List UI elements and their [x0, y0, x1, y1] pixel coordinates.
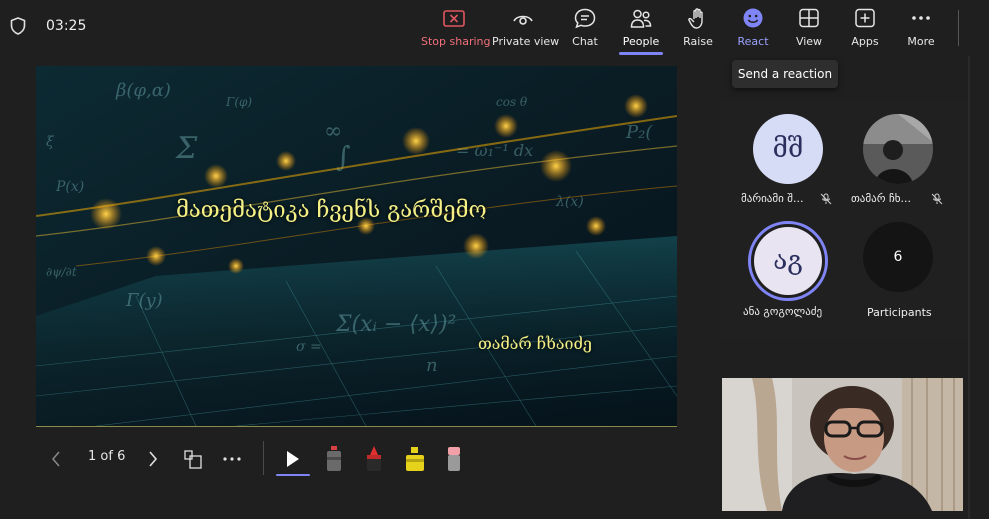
- more-options-icon[interactable]: [221, 443, 243, 475]
- avatar[interactable]: [863, 114, 933, 184]
- avatar[interactable]: მშ: [753, 114, 823, 184]
- stop-sharing-button[interactable]: Stop sharing: [421, 6, 491, 52]
- hand-icon: [688, 8, 703, 29]
- self-video[interactable]: [722, 378, 963, 511]
- grid-icon: [799, 8, 819, 28]
- view-label: View: [795, 35, 823, 48]
- participant-name: ანა გოგოლაძე: [743, 305, 823, 318]
- self-video-frame: [722, 378, 963, 511]
- private-view-button[interactable]: Private view: [492, 6, 560, 52]
- slide-baseline: [36, 426, 677, 427]
- svg-text:P(x): P(x): [55, 179, 84, 195]
- apps-plus-icon: [855, 8, 875, 28]
- raise-hand-button[interactable]: Raise: [679, 6, 717, 52]
- apps-label: Apps: [851, 35, 879, 48]
- shield-icon: [10, 17, 26, 35]
- chat-label: Chat: [572, 35, 598, 48]
- svg-text:Σ: Σ: [175, 131, 198, 166]
- react-button[interactable]: React: [736, 6, 770, 52]
- svg-text:∂ψ/∂t: ∂ψ/∂t: [46, 265, 77, 279]
- stop-sharing-icon: [443, 10, 465, 27]
- participant-count-label: Participants: [867, 306, 932, 319]
- people-button[interactable]: People: [619, 6, 663, 52]
- pointer-active-indicator: [276, 474, 310, 476]
- svg-text:Γ(φ): Γ(φ): [225, 95, 252, 109]
- svg-text:Γ(y): Γ(y): [125, 290, 163, 311]
- smiley-icon: [743, 8, 763, 28]
- participant-count[interactable]: 6: [863, 222, 933, 292]
- react-tooltip: Send a reaction: [732, 60, 838, 88]
- avatar[interactable]: აგ: [754, 227, 822, 295]
- apps-button[interactable]: Apps: [850, 6, 880, 52]
- chevron-right-icon[interactable]: [145, 443, 161, 475]
- more-button[interactable]: More: [905, 6, 937, 52]
- participant-name: თამარ ჩხ...: [851, 192, 911, 205]
- pen-icon[interactable]: [322, 443, 346, 475]
- slide-author: თამარ ჩხაიძე: [478, 334, 592, 353]
- meeting-timer: 03:25: [46, 18, 87, 34]
- participant-name: მარიამი შ...: [741, 192, 804, 205]
- people-label: People: [622, 35, 660, 48]
- svg-text:ξ: ξ: [46, 134, 55, 150]
- slides-icon[interactable]: [182, 443, 204, 475]
- raise-label: Raise: [683, 35, 713, 48]
- shared-slide: β(φ,α) Σ ∞ ∫ = ω₁⁻¹ dx P₂( ξ P(x) Γ(y) Σ…: [36, 66, 677, 426]
- controls-divider: [263, 441, 264, 475]
- panel-edge: [968, 56, 970, 519]
- svg-text:σ =: σ =: [296, 339, 322, 355]
- slide-background-art: β(φ,α) Σ ∞ ∫ = ω₁⁻¹ dx P₂( ξ P(x) Γ(y) Σ…: [36, 66, 677, 426]
- mic-off-icon: [820, 193, 832, 205]
- more-icon: [912, 16, 930, 20]
- toolbar-divider: [958, 10, 959, 46]
- more-label: More: [907, 35, 935, 48]
- private-view-label: Private view: [492, 35, 560, 48]
- top-bar: 03:25 Stop sharing Private view Chat Peo…: [0, 0, 989, 56]
- stop-sharing-label: Stop sharing: [421, 35, 491, 48]
- svg-text:P₂(: P₂(: [625, 122, 653, 143]
- svg-text:β(φ,α): β(φ,α): [115, 80, 171, 101]
- mic-off-icon: [931, 193, 943, 205]
- pointer-icon[interactable]: [283, 443, 303, 475]
- slide-counter: 1 of 6: [88, 449, 126, 464]
- svg-text:n: n: [426, 355, 438, 376]
- chevron-left-icon[interactable]: [48, 443, 64, 475]
- chat-icon: [574, 8, 596, 29]
- chat-button[interactable]: Chat: [565, 6, 605, 52]
- participant-photo: [863, 114, 933, 184]
- people-icon: [630, 9, 652, 28]
- slide-title: მათემატიკა ჩვენს გარშემო: [176, 198, 487, 223]
- react-label: React: [737, 35, 769, 48]
- eraser-icon[interactable]: [443, 443, 465, 475]
- svg-text:Σ(xᵢ − ⟨x⟩)²: Σ(xᵢ − ⟨x⟩)²: [335, 312, 456, 337]
- people-active-indicator: [619, 52, 663, 55]
- marker-icon[interactable]: [362, 443, 386, 475]
- highlighter-icon[interactable]: [402, 443, 428, 475]
- svg-text:cos θ: cos θ: [496, 95, 528, 109]
- eye-icon: [513, 15, 533, 25]
- view-button[interactable]: View: [794, 6, 824, 52]
